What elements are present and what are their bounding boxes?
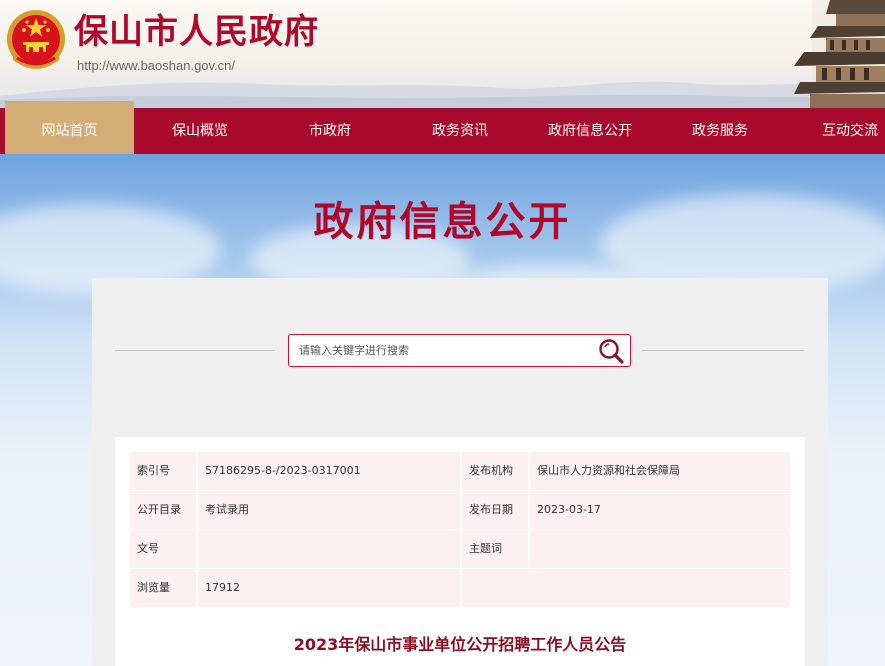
nav-info-disclosure[interactable]: 政府信息公开 <box>530 108 650 154</box>
meta-catalog-label: 公开目录 <box>130 491 196 529</box>
meta-views-label: 浏览量 <box>130 569 196 607</box>
meta-index-label: 索引号 <box>130 452 196 490</box>
meta-empty-cell <box>462 569 790 607</box>
search-input[interactable] <box>299 335 589 366</box>
meta-row: 浏览量 17912 <box>130 569 790 607</box>
search-divider-right <box>642 350 804 351</box>
meta-row: 公开目录 考试录用 发布日期 2023-03-17 <box>130 491 790 529</box>
site-header: 保山市人民政府 http://www.baoshan.gov.cn/ <box>0 0 885 108</box>
meta-index-value: 57186295-8-/2023-0317001 <box>198 452 460 490</box>
meta-docno-label: 文号 <box>130 530 196 568</box>
nav-home[interactable]: 网站首页 <box>5 101 134 154</box>
nav-overview[interactable]: 保山概览 <box>140 108 260 154</box>
meta-docno-value <box>198 530 460 568</box>
site-url[interactable]: http://www.baoshan.gov.cn/ <box>77 58 235 74</box>
meta-publisher-value: 保山市人力资源和社会保障局 <box>530 452 790 490</box>
meta-subject-label: 主题词 <box>462 530 528 568</box>
section-title: 政府信息公开 <box>313 199 572 245</box>
meta-subject-value <box>530 530 790 568</box>
meta-publisher-label: 发布机构 <box>462 452 528 490</box>
site-title[interactable]: 保山市人民政府 <box>74 12 319 52</box>
meta-catalog-value: 考试录用 <box>198 491 460 529</box>
meta-views-value: 17912 <box>198 569 460 607</box>
search-divider-left <box>115 350 275 351</box>
national-emblem-icon[interactable] <box>5 8 67 74</box>
pagoda-icon <box>794 0 885 108</box>
nav-interaction[interactable]: 互动交流 <box>790 108 885 154</box>
nav-government-services[interactable]: 政务服务 <box>660 108 780 154</box>
meta-date-value: 2023-03-17 <box>530 491 790 529</box>
main-nav: 网站首页 保山概览 市政府 政务资讯 政府信息公开 政务服务 互动交流 <box>0 101 885 154</box>
meta-row: 文号 主题词 <box>130 530 790 568</box>
content-panel: 索引号 57186295-8-/2023-0317001 发布机构 保山市人力资… <box>92 278 828 666</box>
meta-date-label: 发布日期 <box>462 491 528 529</box>
search-box <box>288 334 631 367</box>
article-title: 2023年保山市事业单位公开招聘工作人员公告 <box>293 635 627 654</box>
meta-row: 索引号 57186295-8-/2023-0317001 发布机构 保山市人力资… <box>130 452 790 490</box>
nav-city-government[interactable]: 市政府 <box>270 108 390 154</box>
magnifier-icon[interactable] <box>596 337 626 365</box>
article-card: 索引号 57186295-8-/2023-0317001 发布机构 保山市人力资… <box>115 437 805 666</box>
nav-government-news[interactable]: 政务资讯 <box>400 108 520 154</box>
